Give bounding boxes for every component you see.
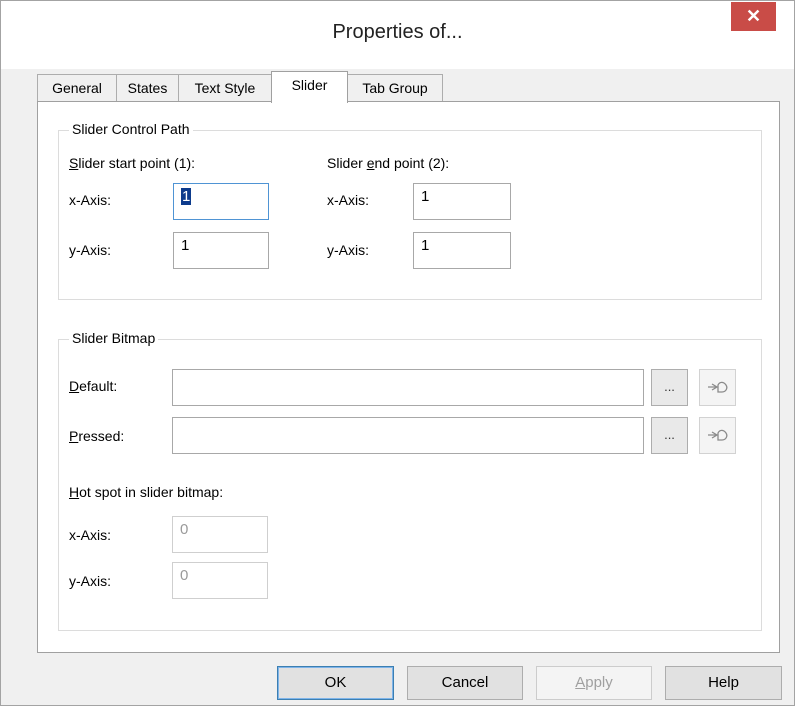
default-label: Default: — [69, 378, 117, 394]
properties-dialog: Properties of... ✕ General States Text S… — [0, 0, 795, 706]
start-heading-text: lider start point (1): — [78, 155, 196, 171]
tab-general[interactable]: General — [37, 74, 117, 102]
pressed-label-text: ressed: — [78, 428, 125, 444]
end-heading-prefix: Slider — [327, 155, 367, 171]
hotspot-heading-text: ot spot in slider bitmap: — [79, 484, 224, 500]
tab-states[interactable]: States — [116, 74, 179, 102]
apply-button: Apply — [536, 666, 652, 700]
hotspot-x-input: 0 — [172, 516, 268, 553]
pressed-pick-button — [699, 417, 736, 454]
hotspot-accesskey: H — [69, 484, 80, 500]
start-x-input[interactable]: 1 — [173, 183, 269, 220]
title-bar: Properties of... ✕ — [1, 1, 794, 69]
cancel-button[interactable]: Cancel — [407, 666, 523, 700]
hand-pointer-icon — [707, 381, 727, 393]
hand-pointer-icon — [707, 429, 727, 441]
pressed-browse-button[interactable]: ... — [651, 417, 688, 454]
hotspot-y-label: y-Axis: — [69, 573, 111, 589]
start-point-heading: Slider start point (1): — [69, 155, 195, 171]
tab-tab-group[interactable]: Tab Group — [347, 74, 443, 102]
end-y-input[interactable]: 1 — [413, 232, 511, 269]
apply-accesskey: A — [575, 674, 586, 691]
start-y-input[interactable]: 1 — [173, 232, 269, 269]
group-title-bitmap: Slider Bitmap — [69, 330, 159, 346]
end-x-input[interactable]: 1 — [413, 183, 511, 220]
slider-control-path-group: Slider Control Path Slider start point (… — [58, 121, 762, 300]
apply-label: pply — [585, 674, 613, 691]
start-heading-accesskey: S — [69, 155, 79, 171]
pressed-bitmap-input[interactable] — [172, 417, 644, 454]
end-y-label: y-Axis: — [327, 242, 369, 258]
start-x-label: x-Axis: — [69, 192, 111, 208]
end-point-heading: Slider end point (2): — [327, 155, 449, 171]
default-browse-button[interactable]: ... — [651, 369, 688, 406]
window-title: Properties of... — [332, 21, 463, 43]
default-label-text: efault: — [79, 378, 118, 394]
end-heading-text: nd point (2): — [374, 155, 450, 171]
end-x-label: x-Axis: — [327, 192, 369, 208]
hotspot-y-input: 0 — [172, 562, 268, 599]
hotspot-heading: Hot spot in slider bitmap: — [69, 484, 223, 500]
tab-panel-slider: Slider Control Path Slider start point (… — [37, 101, 780, 653]
ok-button[interactable]: OK — [277, 666, 394, 700]
tab-text-style[interactable]: Text Style — [178, 74, 272, 102]
default-bitmap-input[interactable] — [172, 369, 644, 406]
pressed-accesskey: P — [69, 428, 79, 444]
close-button[interactable]: ✕ — [731, 2, 776, 31]
pressed-label: Pressed: — [69, 428, 124, 444]
start-y-label: y-Axis: — [69, 242, 111, 258]
default-accesskey: D — [69, 378, 80, 394]
start-x-value: 1 — [181, 188, 192, 205]
tab-slider[interactable]: Slider — [271, 71, 348, 103]
slider-bitmap-group: Slider Bitmap Default: ... Pressed: ... … — [58, 330, 762, 631]
hotspot-x-label: x-Axis: — [69, 527, 111, 543]
group-title-control-path: Slider Control Path — [69, 121, 193, 137]
close-icon: ✕ — [745, 6, 762, 26]
default-pick-button — [699, 369, 736, 406]
help-button[interactable]: Help — [665, 666, 782, 700]
